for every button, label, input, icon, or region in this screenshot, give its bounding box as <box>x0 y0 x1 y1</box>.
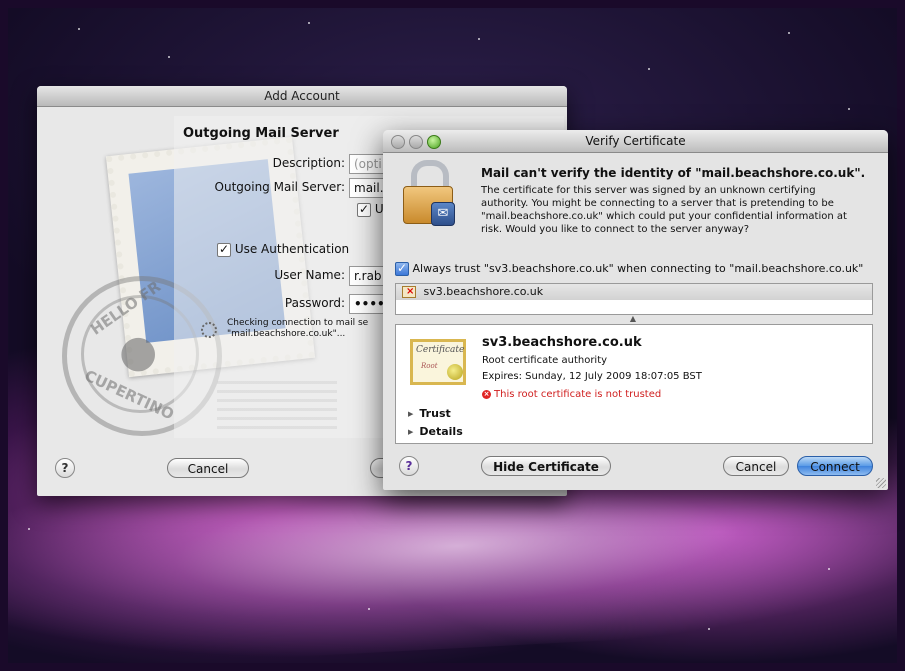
untrusted-certificate-icon <box>402 284 416 300</box>
certificate-name: sv3.beachshore.co.uk <box>482 335 642 350</box>
list-item-label: sv3.beachshore.co.uk <box>423 285 544 298</box>
list-item[interactable]: sv3.beachshore.co.uk <box>396 284 872 300</box>
certificate-icon-sub: Root <box>421 362 438 370</box>
cancel-button[interactable]: Cancel <box>723 456 789 476</box>
star <box>828 568 830 570</box>
connect-button[interactable]: Connect <box>797 456 873 476</box>
certificate-icon: Certificate Root <box>410 339 466 385</box>
verify-certificate-window: Verify Certificate ✉ Mail can't verify t… <box>383 130 888 490</box>
username-label: User Name: <box>274 268 345 282</box>
mail-stamp-icon: ✉ <box>431 202 455 226</box>
window-title: Verify Certificate <box>585 134 686 148</box>
verify-headline: Mail can't verify the identity of "mail.… <box>481 166 866 180</box>
apple-logo-icon: ● <box>119 326 158 377</box>
use-authentication-checkbox[interactable]: ✓ Use Authentication <box>217 242 349 257</box>
certificate-expiry: Expires: Sunday, 12 July 2009 18:07:05 B… <box>482 371 702 382</box>
disclosure-triangle-icon: ▶ <box>408 428 414 436</box>
checkmark-icon: ✓ <box>217 241 231 257</box>
description-label: Description: <box>272 156 345 170</box>
star <box>788 32 790 34</box>
split-view-handle[interactable]: ▲ <box>395 315 871 323</box>
star <box>78 28 80 30</box>
certificate-seal <box>447 364 463 380</box>
help-button[interactable]: ? <box>55 458 75 478</box>
certificate-detail-pane: Certificate Root sv3.beachshore.co.uk Ro… <box>395 324 873 444</box>
certificate-type: Root certificate authority <box>482 355 608 366</box>
minimize-icon[interactable] <box>409 135 423 149</box>
status-message: Checking connection to mail se "mail.bea… <box>227 318 387 340</box>
use-option-checkbox[interactable]: ✓ U <box>357 202 384 217</box>
cancel-button[interactable]: Cancel <box>167 458 249 478</box>
resize-grip-icon[interactable] <box>876 478 886 488</box>
status-line-2: "mail.beachshore.co.uk"... <box>227 329 346 339</box>
always-trust-checkbox[interactable]: ✓ Always trust "sv3.beachshore.co.uk" wh… <box>395 262 863 276</box>
checkmark-icon: ✓ <box>357 201 371 217</box>
disclosure-triangle-icon: ▶ <box>408 410 414 418</box>
star <box>308 22 310 24</box>
padlock-icon: ✉ <box>403 160 455 226</box>
progress-spinner-icon <box>201 322 217 338</box>
use-authentication-label: Use Authentication <box>234 242 350 256</box>
outgoing-server-label: Outgoing Mail Server: <box>214 180 345 194</box>
verify-body-text: The certificate for this server was sign… <box>481 185 847 235</box>
details-label: Details <box>419 425 463 438</box>
star <box>648 68 650 70</box>
hide-certificate-button[interactable]: Hide Certificate <box>481 456 611 476</box>
error-icon: × <box>482 389 491 399</box>
star <box>368 608 370 610</box>
password-label: Password: <box>284 296 345 310</box>
star <box>168 56 170 58</box>
details-disclosure[interactable]: ▶ Details <box>408 425 463 438</box>
trust-disclosure[interactable]: ▶ Trust <box>408 407 451 420</box>
help-button[interactable]: ? <box>399 456 419 476</box>
certificate-chain-list[interactable]: sv3.beachshore.co.uk <box>395 283 873 315</box>
certificate-icon-script: Certificate <box>416 345 465 355</box>
zoom-icon[interactable] <box>427 135 441 149</box>
close-icon[interactable] <box>391 135 405 149</box>
star <box>848 108 850 110</box>
checkmark-icon: ✓ <box>395 261 409 276</box>
star <box>28 528 30 530</box>
section-title: Outgoing Mail Server <box>183 126 339 141</box>
star <box>708 628 710 630</box>
trust-label: Trust <box>419 407 451 420</box>
certificate-warning-text: This root certificate is not trusted <box>494 389 662 400</box>
status-line-1: Checking connection to mail se <box>227 318 369 328</box>
verify-certificate-titlebar[interactable]: Verify Certificate <box>383 130 888 153</box>
star <box>478 38 480 40</box>
certificate-warning: × This root certificate is not trusted <box>482 389 661 400</box>
add-account-titlebar[interactable]: Add Account <box>37 86 567 107</box>
always-trust-label: Always trust "sv3.beachshore.co.uk" when… <box>412 262 864 275</box>
